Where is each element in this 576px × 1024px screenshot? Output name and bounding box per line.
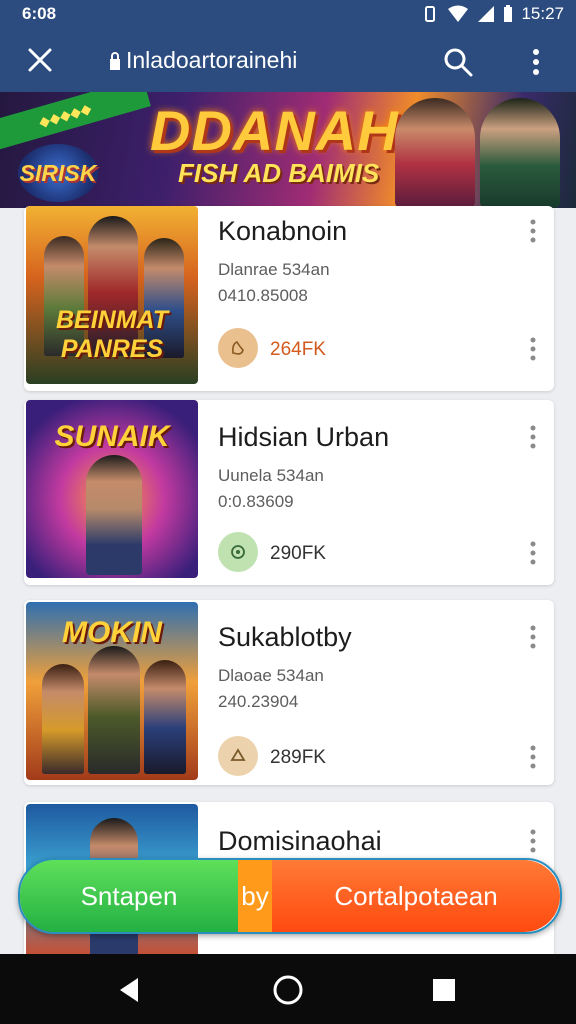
game-meta: Dlaoae 534an bbox=[218, 666, 324, 685]
promo-banner[interactable]: ◆◆◆◆◆ SIRISK DDANAHM FISH AD BAIMIS bbox=[0, 92, 576, 208]
more-vert-icon[interactable] bbox=[528, 828, 538, 854]
app-bar: Inladoartorainehi bbox=[0, 30, 576, 92]
game-card[interactable]: MOKIN Sukablotby Dlaoae 534an 240.23904 … bbox=[24, 600, 554, 785]
banner-hero-image bbox=[480, 98, 560, 208]
game-card[interactable]: SUNAIK Hidsian Urban Uunela 534an 0:0.83… bbox=[24, 400, 554, 585]
banner-badge: SIRISK bbox=[18, 144, 98, 202]
status-clock: 15:27 bbox=[521, 4, 564, 23]
home-icon[interactable] bbox=[270, 972, 306, 1008]
cta-label-mid: by bbox=[238, 860, 272, 932]
thumb-title: MOKIN bbox=[62, 616, 162, 649]
thumb-title: SUNAIK bbox=[54, 420, 170, 453]
more-vert-icon[interactable] bbox=[528, 624, 538, 650]
status-time: 6:08 bbox=[22, 4, 57, 23]
game-meta: 0:0.83609 bbox=[218, 492, 294, 511]
vibrate-icon bbox=[425, 6, 436, 22]
battery-icon bbox=[504, 5, 513, 22]
game-meta: Uunela 534an bbox=[218, 466, 324, 485]
game-name: Sukablotby bbox=[218, 622, 352, 652]
game-meta: 0410.85008 bbox=[218, 286, 308, 305]
banner-ribbon: ◆◆◆◆◆ bbox=[0, 92, 151, 153]
game-meta: Dlanrae 534an bbox=[218, 260, 330, 279]
game-thumbnail: SUNAIK bbox=[26, 400, 198, 578]
cta-button[interactable]: Sntapen by Cortalpotaean bbox=[18, 858, 562, 934]
game-price: 264FK bbox=[270, 339, 326, 360]
more-vert-icon[interactable] bbox=[522, 44, 550, 80]
app-title-text: Inladoartorainehi bbox=[126, 47, 298, 73]
game-name: Konabnoin bbox=[218, 216, 348, 246]
coin-icon bbox=[218, 532, 258, 572]
more-vert-icon[interactable] bbox=[528, 336, 538, 362]
coin-icon bbox=[218, 328, 258, 368]
cta-label-right: Cortalpotaean bbox=[272, 860, 560, 932]
recents-icon[interactable] bbox=[426, 972, 462, 1008]
game-card[interactable]: BEINMAT PANRES Konabnoin Dlanrae 534an 0… bbox=[24, 206, 554, 391]
banner-subline: FISH AD BAIMIS bbox=[178, 158, 380, 188]
game-name: Hidsian Urban bbox=[218, 422, 390, 452]
game-price: 290FK bbox=[270, 543, 326, 564]
more-vert-icon[interactable] bbox=[528, 540, 538, 566]
wifi-icon bbox=[448, 5, 469, 22]
app-title: Inladoartorainehi bbox=[108, 47, 297, 74]
game-thumbnail: BEINMAT PANRES bbox=[26, 206, 198, 384]
banner-hero-image bbox=[395, 98, 475, 208]
close-icon[interactable] bbox=[24, 44, 56, 76]
more-vert-icon[interactable] bbox=[528, 218, 538, 244]
search-icon[interactable] bbox=[440, 44, 476, 80]
lock-icon bbox=[110, 51, 120, 70]
more-vert-icon[interactable] bbox=[528, 744, 538, 770]
coin-icon bbox=[218, 736, 258, 776]
game-price: 289FK bbox=[270, 747, 326, 768]
status-bar: 6:08 15:27 bbox=[0, 0, 576, 30]
more-vert-icon[interactable] bbox=[528, 424, 538, 450]
thumb-title: BEINMAT PANRES bbox=[55, 306, 169, 363]
game-thumbnail: MOKIN bbox=[26, 602, 198, 780]
game-meta: 240.23904 bbox=[218, 692, 299, 711]
game-name: Domisinaohai bbox=[218, 826, 382, 856]
cta-label-left: Sntapen bbox=[20, 860, 238, 932]
back-icon[interactable] bbox=[112, 972, 148, 1008]
system-nav-bar bbox=[0, 954, 576, 1024]
signal-icon bbox=[478, 6, 495, 22]
